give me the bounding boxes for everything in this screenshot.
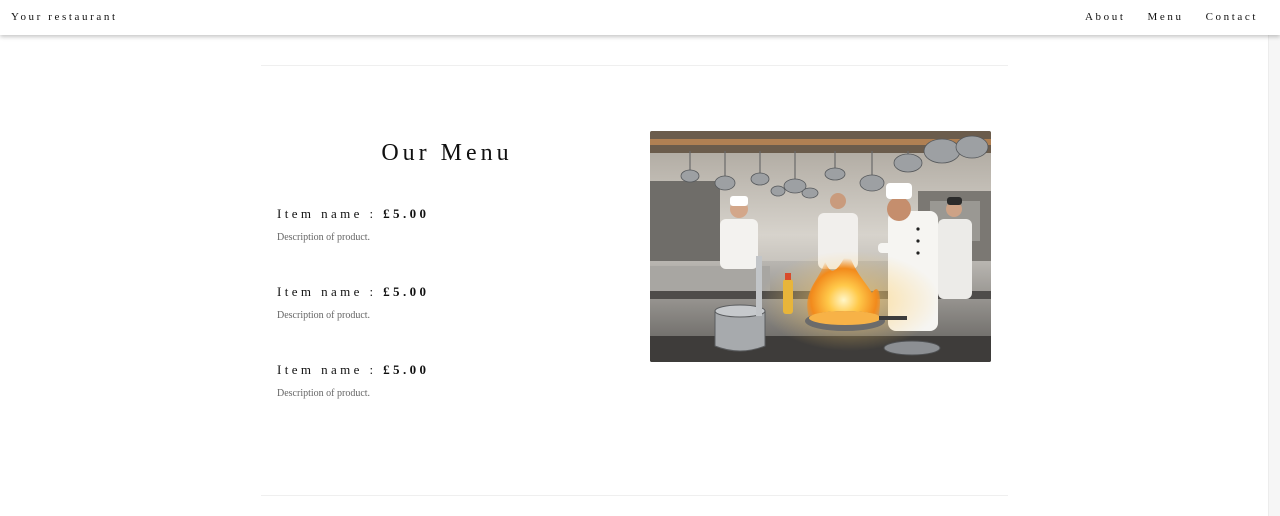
top-navbar: Your restaurant About Menu Contact (0, 0, 1280, 35)
menu-item-description: Description of product. (277, 388, 371, 399)
main-nav: About Menu Contact (1085, 11, 1258, 23)
menu-item-heading: Item name : £5.00 (277, 362, 429, 378)
menu-title: Our Menu (381, 140, 513, 166)
menu-item-price: £5.00 (383, 206, 430, 221)
section-divider-bottom (261, 495, 1008, 496)
menu-item-heading: Item name : £5.00 (277, 284, 429, 300)
menu-item-price: £5.00 (383, 362, 430, 377)
menu-item-heading: Item name : £5.00 (277, 206, 429, 222)
menu-item-separator: : (369, 362, 377, 377)
menu-item-price: £5.00 (383, 284, 430, 299)
menu-item-name: Item name (277, 284, 363, 299)
section-divider-top (261, 65, 1008, 66)
nav-link-contact[interactable]: Contact (1206, 11, 1258, 23)
menu-item-name: Item name (277, 206, 363, 221)
menu-item-description: Description of product. (277, 232, 371, 243)
menu-item-separator: : (369, 206, 377, 221)
menu-item: Item name : £5.00 Description of product… (277, 206, 429, 243)
menu-item-name: Item name (277, 362, 363, 377)
menu-item-description: Description of product. (277, 310, 371, 321)
menu-item: Item name : £5.00 Description of product… (277, 362, 429, 399)
brand-link[interactable]: Your restaurant (11, 11, 118, 23)
page-scrollbar[interactable] (1268, 0, 1280, 516)
menu-section: Our Menu Item name : £5.00 Description o… (261, 140, 633, 399)
nav-link-menu[interactable]: Menu (1148, 11, 1184, 23)
kitchen-photo (650, 131, 991, 362)
menu-item: Item name : £5.00 Description of product… (277, 284, 429, 321)
nav-link-about[interactable]: About (1085, 11, 1126, 23)
menu-item-separator: : (369, 284, 377, 299)
